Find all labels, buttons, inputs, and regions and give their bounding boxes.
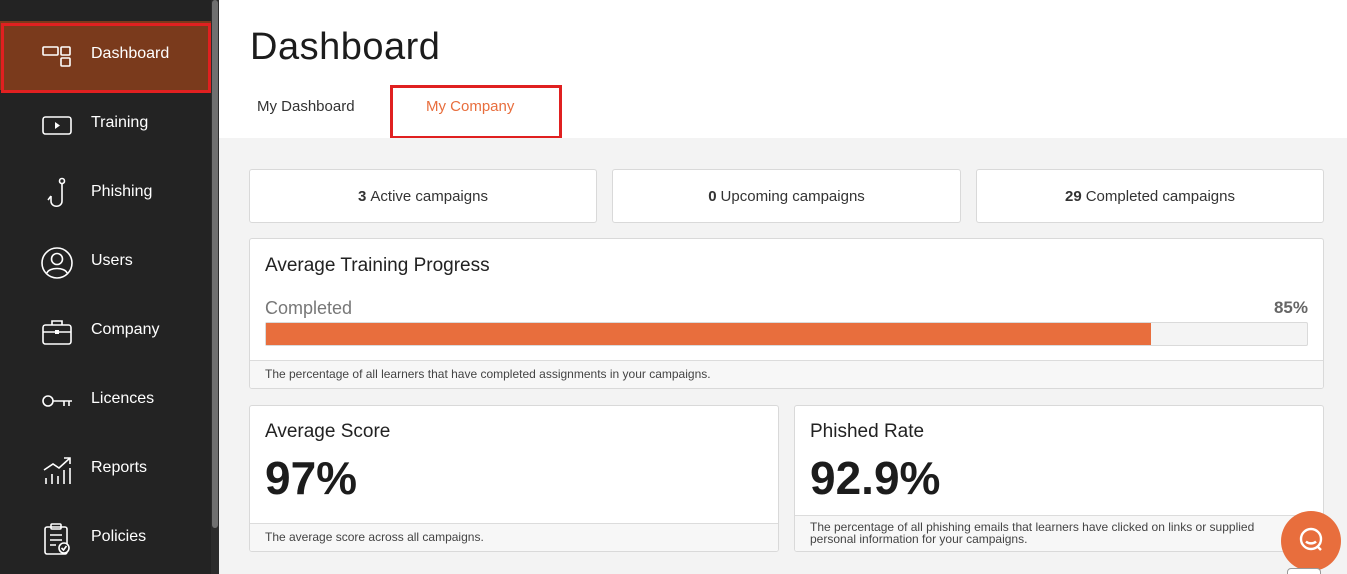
panel-footnote: The percentage of all phishing emails th…: [795, 515, 1323, 551]
panel-title: Phished Rate: [810, 421, 925, 442]
completed-label: Completed campaigns: [1085, 187, 1235, 205]
active-label: Active campaigns: [370, 187, 488, 205]
panel-footnote: The average score across all campaigns.: [250, 523, 778, 551]
stat-card-completed: 29 Completed campaigns: [976, 169, 1324, 223]
play-video-icon: [40, 108, 74, 142]
sidebar-item-label: Users: [91, 251, 133, 269]
progress-bar: [265, 322, 1308, 346]
sidebar-item-label: Reports: [91, 458, 148, 476]
phished-rate-value: 92.9%: [810, 452, 941, 504]
corner-widget[interactable]: [1287, 568, 1321, 574]
upcoming-count: 0: [708, 187, 717, 205]
panel-footnote: The percentage of all learners that have…: [250, 360, 1323, 388]
sidebar-item-users[interactable]: Users: [0, 228, 211, 297]
sidebar-item-phishing[interactable]: Phishing: [0, 159, 211, 228]
stat-card-upcoming: 0 Upcoming campaigns: [612, 169, 961, 223]
completed-count: 29: [1065, 187, 1082, 205]
sidebar-scrollbar[interactable]: [211, 0, 219, 574]
sidebar: Dashboard Training Phishing Users Compan…: [0, 0, 219, 574]
active-count: 3: [358, 187, 367, 205]
sidebar-item-label: Licences: [91, 389, 155, 407]
fish-hook-icon: [40, 177, 74, 211]
phished-rate-panel: Phished Rate 92.9% The percentage of all…: [794, 405, 1324, 552]
sidebar-item-dashboard[interactable]: Dashboard: [0, 21, 211, 90]
sidebar-item-reports[interactable]: Reports: [0, 435, 211, 504]
stat-card-active: 3 Active campaigns: [249, 169, 597, 223]
sidebar-item-training[interactable]: Training: [0, 90, 211, 159]
upcoming-label: Upcoming campaigns: [720, 187, 865, 205]
chat-support-button[interactable]: [1281, 511, 1341, 571]
page-title: Dashboard: [250, 26, 441, 68]
average-score-value: 97%: [265, 452, 358, 504]
sidebar-item-label: Policies: [91, 527, 147, 545]
sidebar-item-company[interactable]: Company: [0, 297, 211, 366]
user-circle-icon: [40, 246, 74, 280]
chat-icon: [1297, 525, 1325, 558]
progress-label: Completed: [265, 298, 353, 318]
average-score-panel: Average Score 97% The average score acro…: [249, 405, 779, 552]
briefcase-icon: [40, 315, 74, 349]
tab-my-dashboard[interactable]: My Dashboard: [257, 98, 355, 115]
sidebar-item-licences[interactable]: Licences: [0, 366, 211, 435]
panel-title: Average Score: [265, 421, 391, 442]
scrollbar-thumb[interactable]: [212, 0, 218, 528]
tab-my-company[interactable]: My Company: [426, 98, 514, 115]
panel-title: Average Training Progress: [265, 255, 490, 276]
key-icon: [40, 384, 74, 418]
sidebar-item-label: Company: [91, 320, 160, 338]
sidebar-item-label: Training: [91, 113, 149, 131]
clipboard-check-icon: [40, 522, 74, 556]
sidebar-item-policies[interactable]: Policies: [0, 504, 211, 573]
dashboard-icon: [40, 39, 74, 73]
progress-percent: 85%: [1273, 298, 1308, 317]
training-progress-panel: Average Training Progress Completed 85% …: [249, 238, 1324, 389]
growth-chart-icon: [40, 453, 74, 487]
sidebar-item-label: Phishing: [91, 182, 153, 200]
progress-fill: [266, 323, 1151, 345]
sidebar-item-label: Dashboard: [91, 44, 170, 62]
